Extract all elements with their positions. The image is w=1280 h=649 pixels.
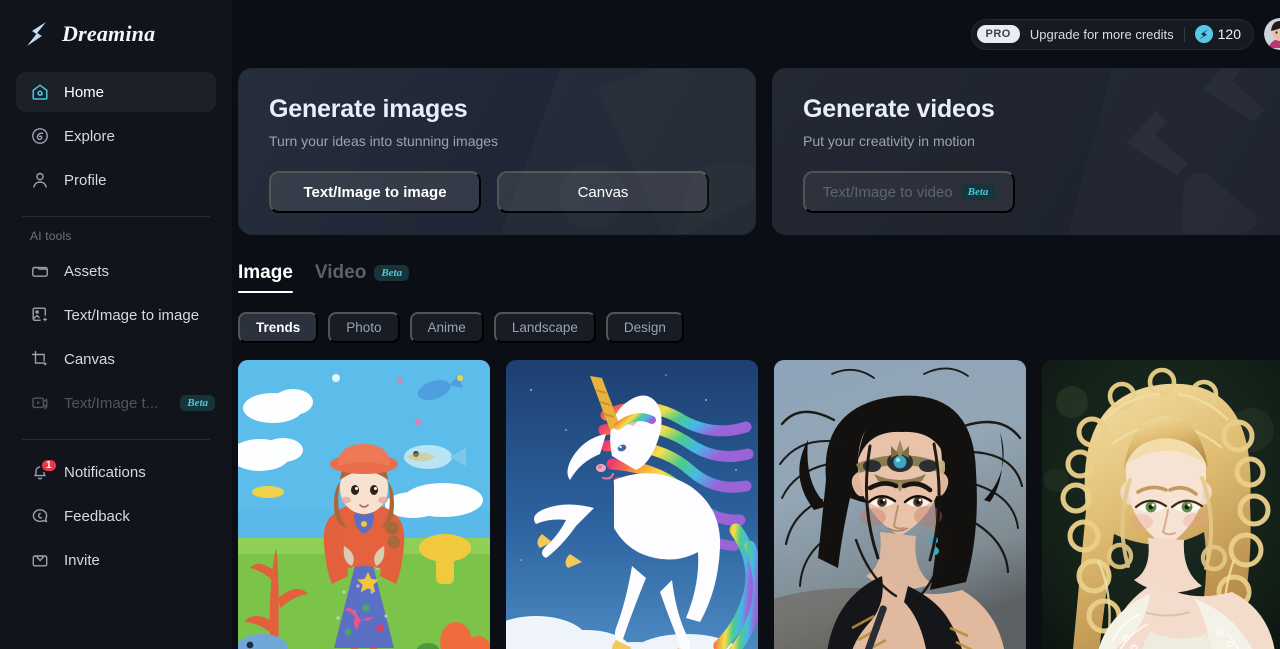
chip-photo[interactable]: Photo [328, 312, 400, 343]
generate-videos-subtitle: Put your creativity in motion [803, 133, 975, 149]
sidebar-divider-top [22, 216, 210, 217]
speech-bubble-icon [30, 506, 50, 526]
user-avatar[interactable] [1264, 18, 1280, 50]
content-tabs: Image Video Beta [232, 235, 1280, 293]
text-image-to-image-button[interactable]: Text/Image to image [269, 171, 481, 213]
generate-images-title: Generate images [269, 95, 468, 123]
sidebar-item-canvas-label: Canvas [64, 350, 115, 368]
sidebar-item-invite[interactable]: Invite [16, 540, 216, 580]
video-beta-badge: Beta [960, 184, 996, 200]
text-image-to-video-label: Text/Image to video [822, 183, 953, 201]
upgrade-credits-pill[interactable]: PRO Upgrade for more credits 120 [970, 18, 1254, 50]
chip-landscape[interactable]: Landscape [493, 312, 596, 343]
pill-separator [1183, 26, 1185, 42]
gift-inbox-icon [30, 550, 50, 570]
sidebar-item-canvas[interactable]: Canvas [16, 339, 216, 379]
generate-videos-buttons: Text/Image to video Beta [803, 171, 1280, 213]
sidebar-item-feedback-label: Feedback [64, 507, 130, 525]
tab-video-label: Video [314, 262, 367, 283]
chip-design[interactable]: Design [605, 312, 684, 343]
sidebar-footer-nav: 1 Notifications Feedback Invite [16, 452, 216, 584]
tab-video[interactable]: Video Beta [314, 262, 410, 293]
sidebar-item-notifications-label: Notifications [64, 463, 146, 481]
chip-trends[interactable]: Trends [238, 312, 319, 343]
generate-images-card[interactable]: Generate images Turn your ideas into stu… [238, 68, 756, 235]
sidebar-item-assets[interactable]: Assets [16, 251, 216, 291]
gallery-card[interactable] [506, 360, 758, 649]
sidebar-primary-nav: Home Explore Profile [16, 68, 216, 204]
notification-count-badge: 1 [40, 458, 58, 473]
person-icon [30, 170, 50, 190]
sidebar-item-profile[interactable]: Profile [16, 160, 216, 200]
credit-star-icon [1194, 25, 1213, 43]
sidebar: Dreamina Home Explore Profile AI tools A… [0, 0, 232, 649]
dreamina-star-logo-icon [22, 19, 52, 49]
main-content: PRO Upgrade for more credits 120 Generat… [232, 0, 1280, 649]
credit-amount-label: 120 [1217, 26, 1241, 42]
upgrade-label: Upgrade for more credits [1029, 26, 1174, 42]
folder-icon [30, 261, 50, 281]
sidebar-tools-nav: Assets Text/Image to image Canvas Text/I… [16, 251, 216, 427]
sidebar-item-home-label: Home [64, 83, 105, 101]
brand-name: Dreamina [62, 21, 156, 46]
sidebar-section-label: AI tools [30, 229, 72, 243]
sidebar-item-text-image-to-image[interactable]: Text/Image to image [16, 295, 216, 335]
pro-badge: PRO [976, 25, 1020, 43]
sidebar-item-profile-label: Profile [64, 171, 107, 189]
tab-image-label: Image [238, 262, 293, 283]
sidebar-item-explore-label: Explore [64, 127, 115, 145]
gallery-card[interactable] [238, 360, 490, 649]
image-sparkle-icon [30, 305, 50, 325]
generate-images-subtitle: Turn your ideas into stunning images [269, 133, 499, 149]
sidebar-item-text-image-to-video[interactable]: Text/Image t... Beta [16, 383, 216, 423]
sidebar-item-notifications[interactable]: 1 Notifications [16, 452, 216, 492]
home-icon [30, 82, 50, 102]
category-filter-chips: Trends Photo Anime Landscape Design [232, 293, 1280, 343]
generate-videos-card[interactable]: Generate videos Put your creativity in m… [772, 68, 1280, 235]
chip-anime[interactable]: Anime [409, 312, 484, 343]
crop-frame-icon [30, 349, 50, 369]
gallery-card[interactable] [774, 360, 1026, 649]
canvas-button[interactable]: Canvas [497, 171, 709, 213]
generate-images-buttons: Text/Image to image Canvas [269, 171, 725, 213]
brand[interactable]: Dreamina [16, 0, 216, 68]
hero-cards-row: Generate images Turn your ideas into stu… [232, 68, 1280, 235]
compass-icon [30, 126, 50, 146]
beta-badge: Beta [180, 395, 215, 411]
topbar: PRO Upgrade for more credits 120 [232, 0, 1280, 68]
app-root: Dreamina Home Explore Profile AI tools A… [0, 0, 1280, 649]
sidebar-item-text-image-to-video-label: Text/Image t... [64, 394, 159, 412]
text-image-to-video-button[interactable]: Text/Image to video Beta [803, 171, 1015, 213]
image-gallery [232, 343, 1280, 649]
sidebar-item-feedback[interactable]: Feedback [16, 496, 216, 536]
tab-video-beta-badge: Beta [374, 265, 410, 281]
sidebar-item-explore[interactable]: Explore [16, 116, 216, 156]
sidebar-divider-bottom [22, 439, 210, 440]
sidebar-item-invite-label: Invite [64, 551, 100, 569]
sidebar-item-text-image-to-image-label: Text/Image to image [64, 306, 200, 324]
gallery-card[interactable] [1042, 360, 1280, 649]
generate-videos-title: Generate videos [803, 95, 995, 123]
tab-image[interactable]: Image [238, 262, 293, 293]
sidebar-item-assets-label: Assets [64, 262, 110, 280]
credit-balance[interactable]: 120 [1194, 25, 1241, 43]
sidebar-item-home[interactable]: Home [16, 72, 216, 112]
video-sparkle-icon [30, 393, 50, 413]
